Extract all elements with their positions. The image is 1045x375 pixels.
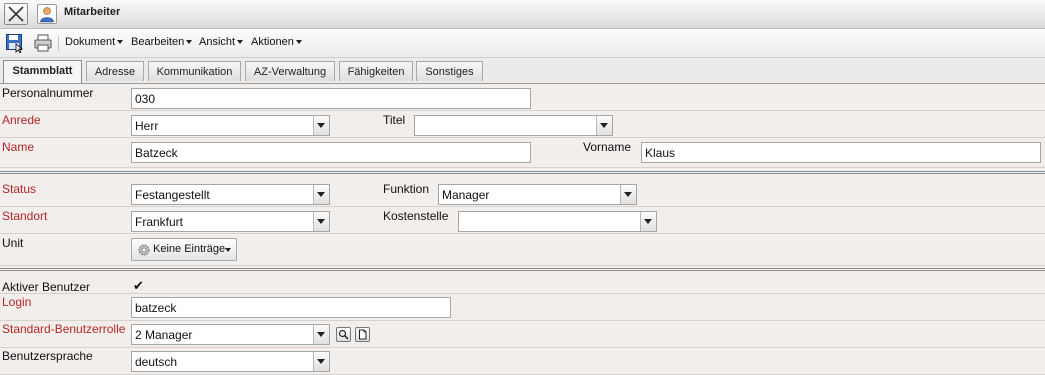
label-benutzersprache: Benutzersprache xyxy=(2,349,93,363)
chevron-down-icon[interactable] xyxy=(313,352,329,371)
label-funktion: Funktion xyxy=(383,182,430,196)
section-divider xyxy=(0,268,1045,271)
tab-az-verwaltung[interactable]: AZ-Verwaltung xyxy=(245,61,335,81)
tab-kommunikation[interactable]: Kommunikation xyxy=(148,61,241,81)
title-bar xyxy=(0,0,1045,29)
benutzerrolle-open-button[interactable] xyxy=(355,327,370,342)
status-select[interactable]: Festangestellt xyxy=(131,184,330,205)
magnifier-icon xyxy=(338,329,349,340)
label-unit: Unit xyxy=(2,236,24,250)
standort-select[interactable]: Frankfurt xyxy=(131,211,330,232)
anrede-value: Herr xyxy=(135,119,159,133)
chevron-down-icon xyxy=(237,40,244,45)
chevron-down-icon[interactable] xyxy=(596,116,612,135)
document-icon xyxy=(359,329,367,340)
tab-adresse[interactable]: Adresse xyxy=(86,61,144,81)
chevron-down-icon xyxy=(117,40,124,45)
label-standort: Standort xyxy=(2,209,48,223)
gear-icon xyxy=(138,244,150,256)
unit-dropdown-button[interactable]: Keine Einträge xyxy=(131,238,237,261)
form-row-aktiver-benutzer xyxy=(0,277,1045,294)
chevron-down-icon[interactable] xyxy=(620,185,636,204)
label-vorname: Vorname xyxy=(583,140,632,154)
chevron-down-icon[interactable] xyxy=(313,185,329,204)
chevron-down-icon xyxy=(225,248,231,252)
titel-select[interactable] xyxy=(414,115,613,136)
menu-bearbeiten[interactable]: Bearbeiten xyxy=(131,36,193,48)
tab-stammblatt[interactable]: Stammblatt xyxy=(3,60,82,83)
label-titel: Titel xyxy=(383,113,406,127)
chevron-down-icon xyxy=(186,40,193,45)
save-button[interactable] xyxy=(5,33,25,54)
chevron-down-icon[interactable] xyxy=(313,325,329,344)
login-field[interactable] xyxy=(131,297,451,318)
benutzerrolle-search-button[interactable] xyxy=(336,327,351,342)
unit-button-label: Keine Einträge xyxy=(153,243,226,255)
user-icon xyxy=(37,4,57,24)
benutzerrolle-value: 2 Manager xyxy=(135,328,193,342)
status-value: Festangestellt xyxy=(135,188,210,202)
label-benutzerrolle: Standard-Benutzerrolle xyxy=(2,322,126,336)
section-divider xyxy=(0,171,1045,174)
chevron-down-icon[interactable] xyxy=(640,212,656,231)
benutzerrolle-select[interactable]: 2 Manager xyxy=(131,324,330,345)
standort-value: Frankfurt xyxy=(135,215,184,229)
benutzersprache-select[interactable]: deutsch xyxy=(131,351,330,372)
tab-faehigkeiten[interactable]: Fähigkeiten xyxy=(339,61,413,81)
label-status: Status xyxy=(2,182,37,196)
chevron-down-icon[interactable] xyxy=(313,116,329,135)
anrede-select[interactable]: Herr xyxy=(131,115,330,136)
chevron-down-icon xyxy=(295,40,302,45)
close-button[interactable] xyxy=(4,3,28,25)
menu-ansicht[interactable]: Ansicht xyxy=(199,36,244,48)
label-aktiver-benutzer: Aktiver Benutzer xyxy=(2,280,91,294)
toolbar-divider xyxy=(58,35,59,51)
print-icon xyxy=(34,34,52,52)
window-title: Mitarbeiter xyxy=(64,6,121,18)
menu-dokument[interactable]: Dokument xyxy=(65,36,124,48)
aktiver-benutzer-checkbox[interactable]: ✔ xyxy=(133,278,144,294)
funktion-value: Manager xyxy=(442,188,490,202)
tab-sonstiges[interactable]: Sonstiges xyxy=(416,61,483,81)
close-icon xyxy=(8,6,24,22)
label-kostenstelle: Kostenstelle xyxy=(383,209,449,223)
label-personalnummer: Personalnummer xyxy=(2,86,94,100)
kostenstelle-select[interactable] xyxy=(458,211,657,232)
menu-aktionen[interactable]: Aktionen xyxy=(251,36,302,48)
vorname-field[interactable] xyxy=(641,142,1041,163)
label-anrede: Anrede xyxy=(2,113,41,127)
label-login: Login xyxy=(2,295,32,309)
chevron-down-icon[interactable] xyxy=(313,212,329,231)
personalnummer-field[interactable] xyxy=(131,88,531,109)
save-icon xyxy=(6,34,24,54)
print-button[interactable] xyxy=(33,33,53,53)
benutzersprache-value: deutsch xyxy=(135,355,178,369)
label-name: Name xyxy=(2,140,35,154)
name-field[interactable] xyxy=(131,142,531,163)
funktion-select[interactable]: Manager xyxy=(438,184,637,205)
